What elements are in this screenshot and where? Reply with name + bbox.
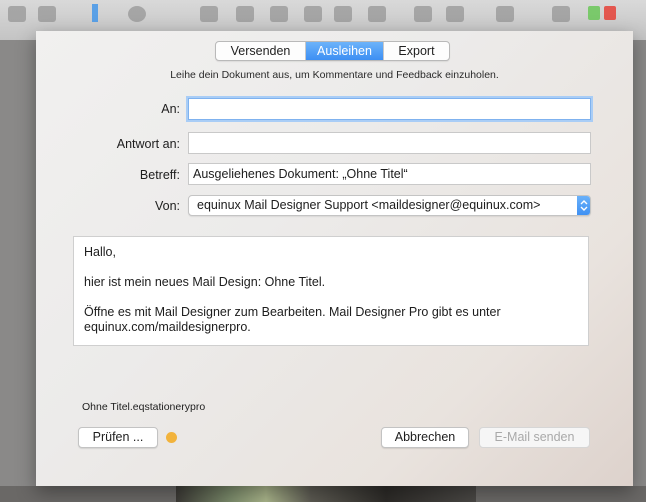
message-body[interactable]: Hallo, hier ist mein neues Mail Design: … xyxy=(73,236,589,346)
toolbar-icon xyxy=(200,6,218,22)
intro-text: Leihe dein Dokument aus, um Kommentare u… xyxy=(170,69,499,81)
send-email-button[interactable]: E-Mail senden xyxy=(479,427,590,448)
background-toolbar-marker xyxy=(92,4,98,22)
toolbar-icon xyxy=(236,6,254,22)
toolbar-icon xyxy=(38,6,56,22)
background-window-edge xyxy=(0,40,36,502)
cancel-button[interactable]: Abbrechen xyxy=(381,427,469,448)
check-button[interactable]: Prüfen ... xyxy=(78,427,158,448)
message-line: hier ist mein neues Mail Design: Ohne Ti… xyxy=(84,275,326,289)
reply-to-label: Antwort an: xyxy=(116,137,180,151)
toolbar-icon xyxy=(414,6,432,22)
toolbar-icon xyxy=(8,6,26,22)
from-popup[interactable]: equinux Mail Designer Support <maildesig… xyxy=(188,195,591,216)
toolbar-icon xyxy=(368,6,386,22)
subject-label: Betreff: xyxy=(139,168,180,182)
toolbar-icon xyxy=(270,6,288,22)
message-greeting: Hallo, xyxy=(84,245,116,259)
to-field[interactable] xyxy=(188,98,591,120)
toolbar-icon xyxy=(496,6,514,22)
reply-to-field[interactable] xyxy=(188,132,591,154)
mode-segmented-control: Versenden Ausleihen Export xyxy=(215,41,450,61)
toolbar-icon xyxy=(446,6,464,22)
subject-field[interactable] xyxy=(188,163,591,185)
tab-versenden[interactable]: Versenden xyxy=(216,42,306,60)
toolbar-icon xyxy=(552,6,570,22)
toolbar-icon xyxy=(588,6,600,20)
background-photo xyxy=(176,486,476,502)
message-line: Öffne es mit Mail Designer zum Bearbeite… xyxy=(84,305,501,334)
from-value: equinux Mail Designer Support <maildesig… xyxy=(197,198,541,212)
toolbar-icon xyxy=(604,6,616,20)
tab-ausleihen[interactable]: Ausleihen xyxy=(306,42,384,60)
toolbar-icon xyxy=(304,6,322,22)
attachment-filename: Ohne Titel.eqstationerypro xyxy=(82,401,206,413)
status-indicator-icon xyxy=(166,432,177,443)
popup-arrows-icon[interactable] xyxy=(577,196,590,215)
toolbar-icon xyxy=(128,6,146,22)
tab-export[interactable]: Export xyxy=(384,42,449,60)
background-window-edge xyxy=(632,40,646,502)
toolbar-icon xyxy=(334,6,352,22)
from-label: Von: xyxy=(154,199,180,213)
to-label: An: xyxy=(161,102,180,116)
